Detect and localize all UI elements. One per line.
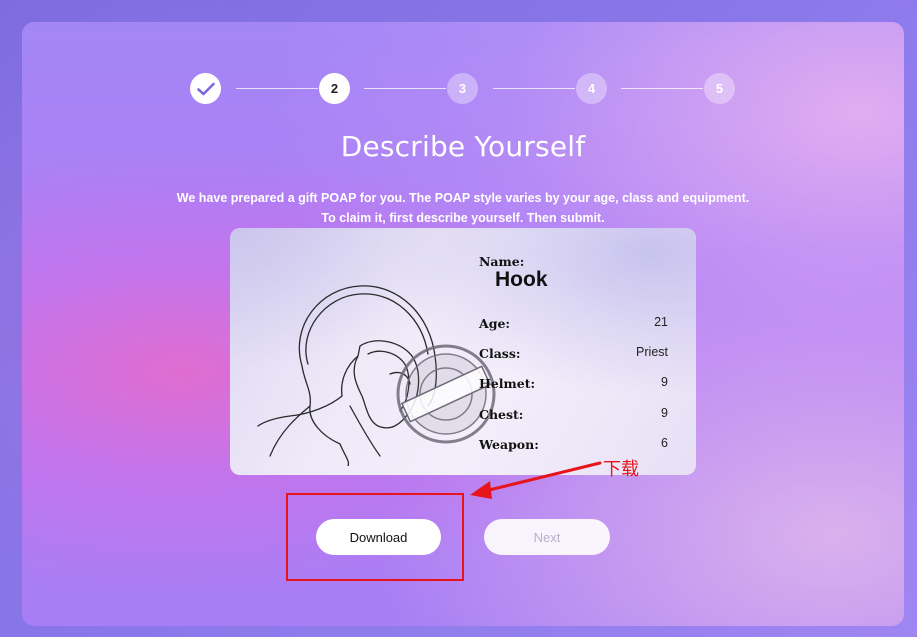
- step-connector: [236, 88, 318, 89]
- annotation-label: 下载: [603, 459, 639, 480]
- chest-label: Chest:: [479, 407, 524, 422]
- step-1-complete: [190, 73, 221, 104]
- step-connector: [364, 88, 446, 89]
- step-connector: [493, 88, 575, 89]
- helmet-label: Helmet:: [479, 376, 536, 391]
- class-value: Priest: [636, 345, 668, 359]
- description-line-2: To claim it, first describe yourself. Th…: [321, 211, 605, 225]
- check-icon: [196, 82, 215, 95]
- step-4: 4: [576, 73, 607, 104]
- age-label: Age:: [479, 316, 511, 331]
- name-label: Name:: [479, 254, 525, 269]
- step-5: 5: [704, 73, 735, 104]
- step-2: 2: [319, 73, 350, 104]
- age-value: 21: [654, 315, 668, 329]
- helmet-value: 9: [661, 375, 668, 389]
- page-title: Describe Yourself: [340, 130, 586, 163]
- next-button[interactable]: Next: [484, 519, 610, 555]
- annotation-arrow-icon: [470, 461, 602, 499]
- name-value: Hook: [495, 268, 548, 291]
- weapon-label: Weapon:: [479, 437, 539, 452]
- page-description: We have prepared a gift POAP for you. Th…: [22, 188, 904, 228]
- step-3: 3: [447, 73, 478, 104]
- class-label: Class:: [479, 346, 521, 361]
- poap-preview-card: Name: Hook Age: 21 Class: Priest Helmet:…: [230, 228, 696, 475]
- step-connector: [621, 88, 703, 89]
- annotation-highlight-box: [286, 493, 464, 581]
- weapon-value: 6: [661, 436, 668, 450]
- chest-value: 9: [661, 406, 668, 420]
- description-line-1: We have prepared a gift POAP for you. Th…: [176, 191, 750, 205]
